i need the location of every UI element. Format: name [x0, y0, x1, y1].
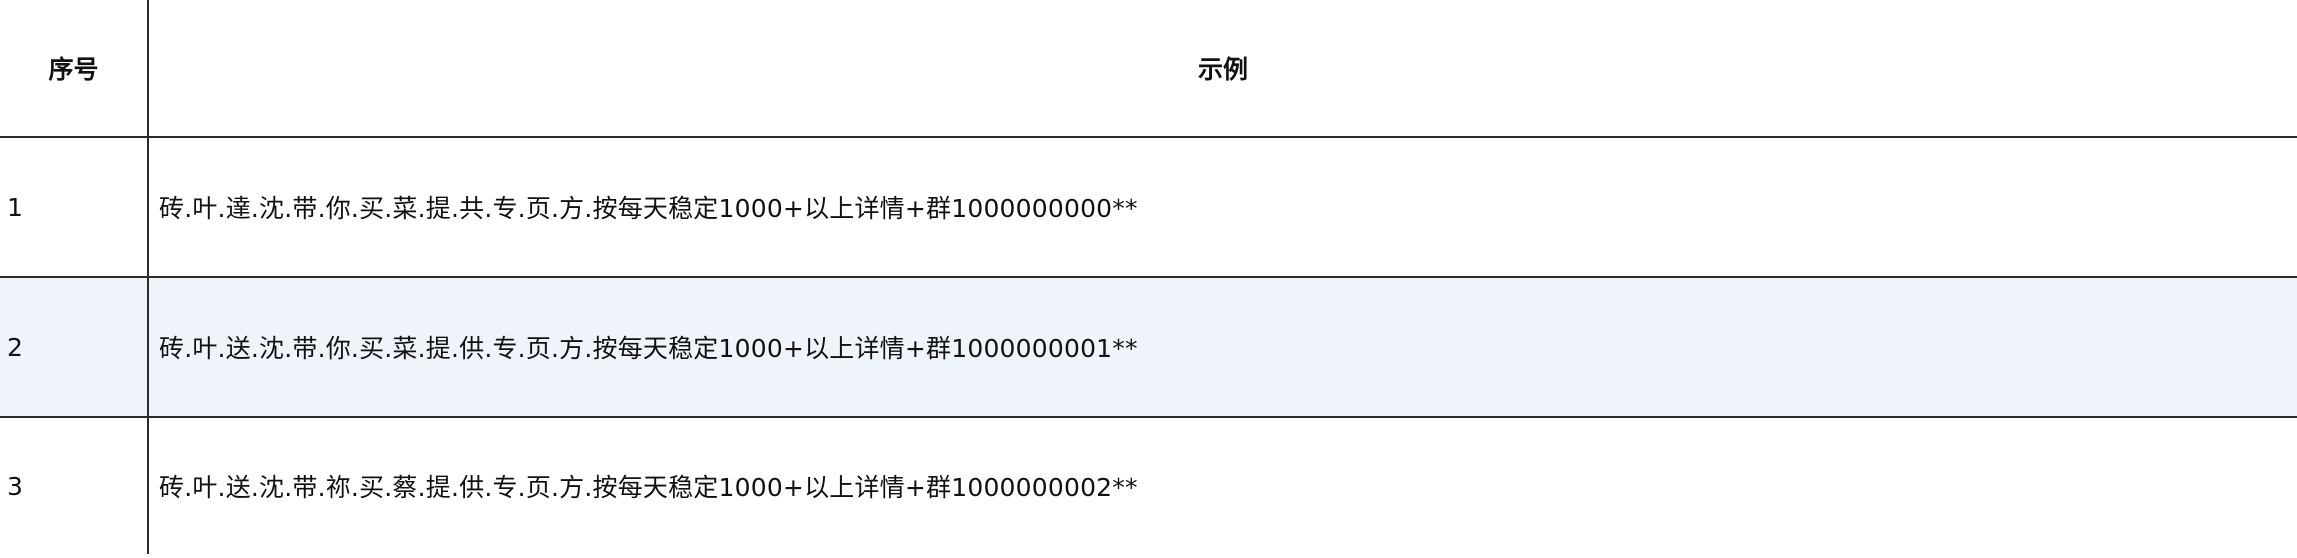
- cell-example[interactable]: 砖.叶.達.沈.带.你.买.菜.提.共.专.页.方.按每天稳定1000+以上详情…: [148, 137, 2297, 278]
- cell-index[interactable]: 2: [0, 277, 149, 418]
- cell-example[interactable]: 砖.叶.送.沈.带.祢.买.蔡.提.供.专.页.方.按每天稳定1000+以上详情…: [148, 417, 2297, 554]
- column-header-index[interactable]: 序号: [0, 0, 149, 138]
- table-row[interactable]: 1 砖.叶.達.沈.带.你.买.菜.提.共.专.页.方.按每天稳定1000+以上…: [0, 137, 2297, 278]
- table-row[interactable]: 3 砖.叶.送.沈.带.祢.买.蔡.提.供.专.页.方.按每天稳定1000+以上…: [0, 417, 2297, 554]
- column-header-example[interactable]: 示例: [148, 0, 2297, 138]
- cell-index[interactable]: 3: [0, 417, 149, 554]
- cell-example[interactable]: 砖.叶.送.沈.带.你.买.菜.提.供.专.页.方.按每天稳定1000+以上详情…: [148, 277, 2297, 418]
- table-row-selected[interactable]: 2 砖.叶.送.沈.带.你.买.菜.提.供.专.页.方.按每天稳定1000+以上…: [0, 277, 2297, 418]
- data-table: 序号 示例 1 砖.叶.達.沈.带.你.买.菜.提.共.专.页.方.按每天稳定1…: [0, 0, 2297, 554]
- cell-index[interactable]: 1: [0, 137, 149, 278]
- spreadsheet: 序号 示例 1 砖.叶.達.沈.带.你.买.菜.提.共.专.页.方.按每天稳定1…: [0, 0, 2297, 558]
- table-header-row: 序号 示例: [0, 0, 2297, 138]
